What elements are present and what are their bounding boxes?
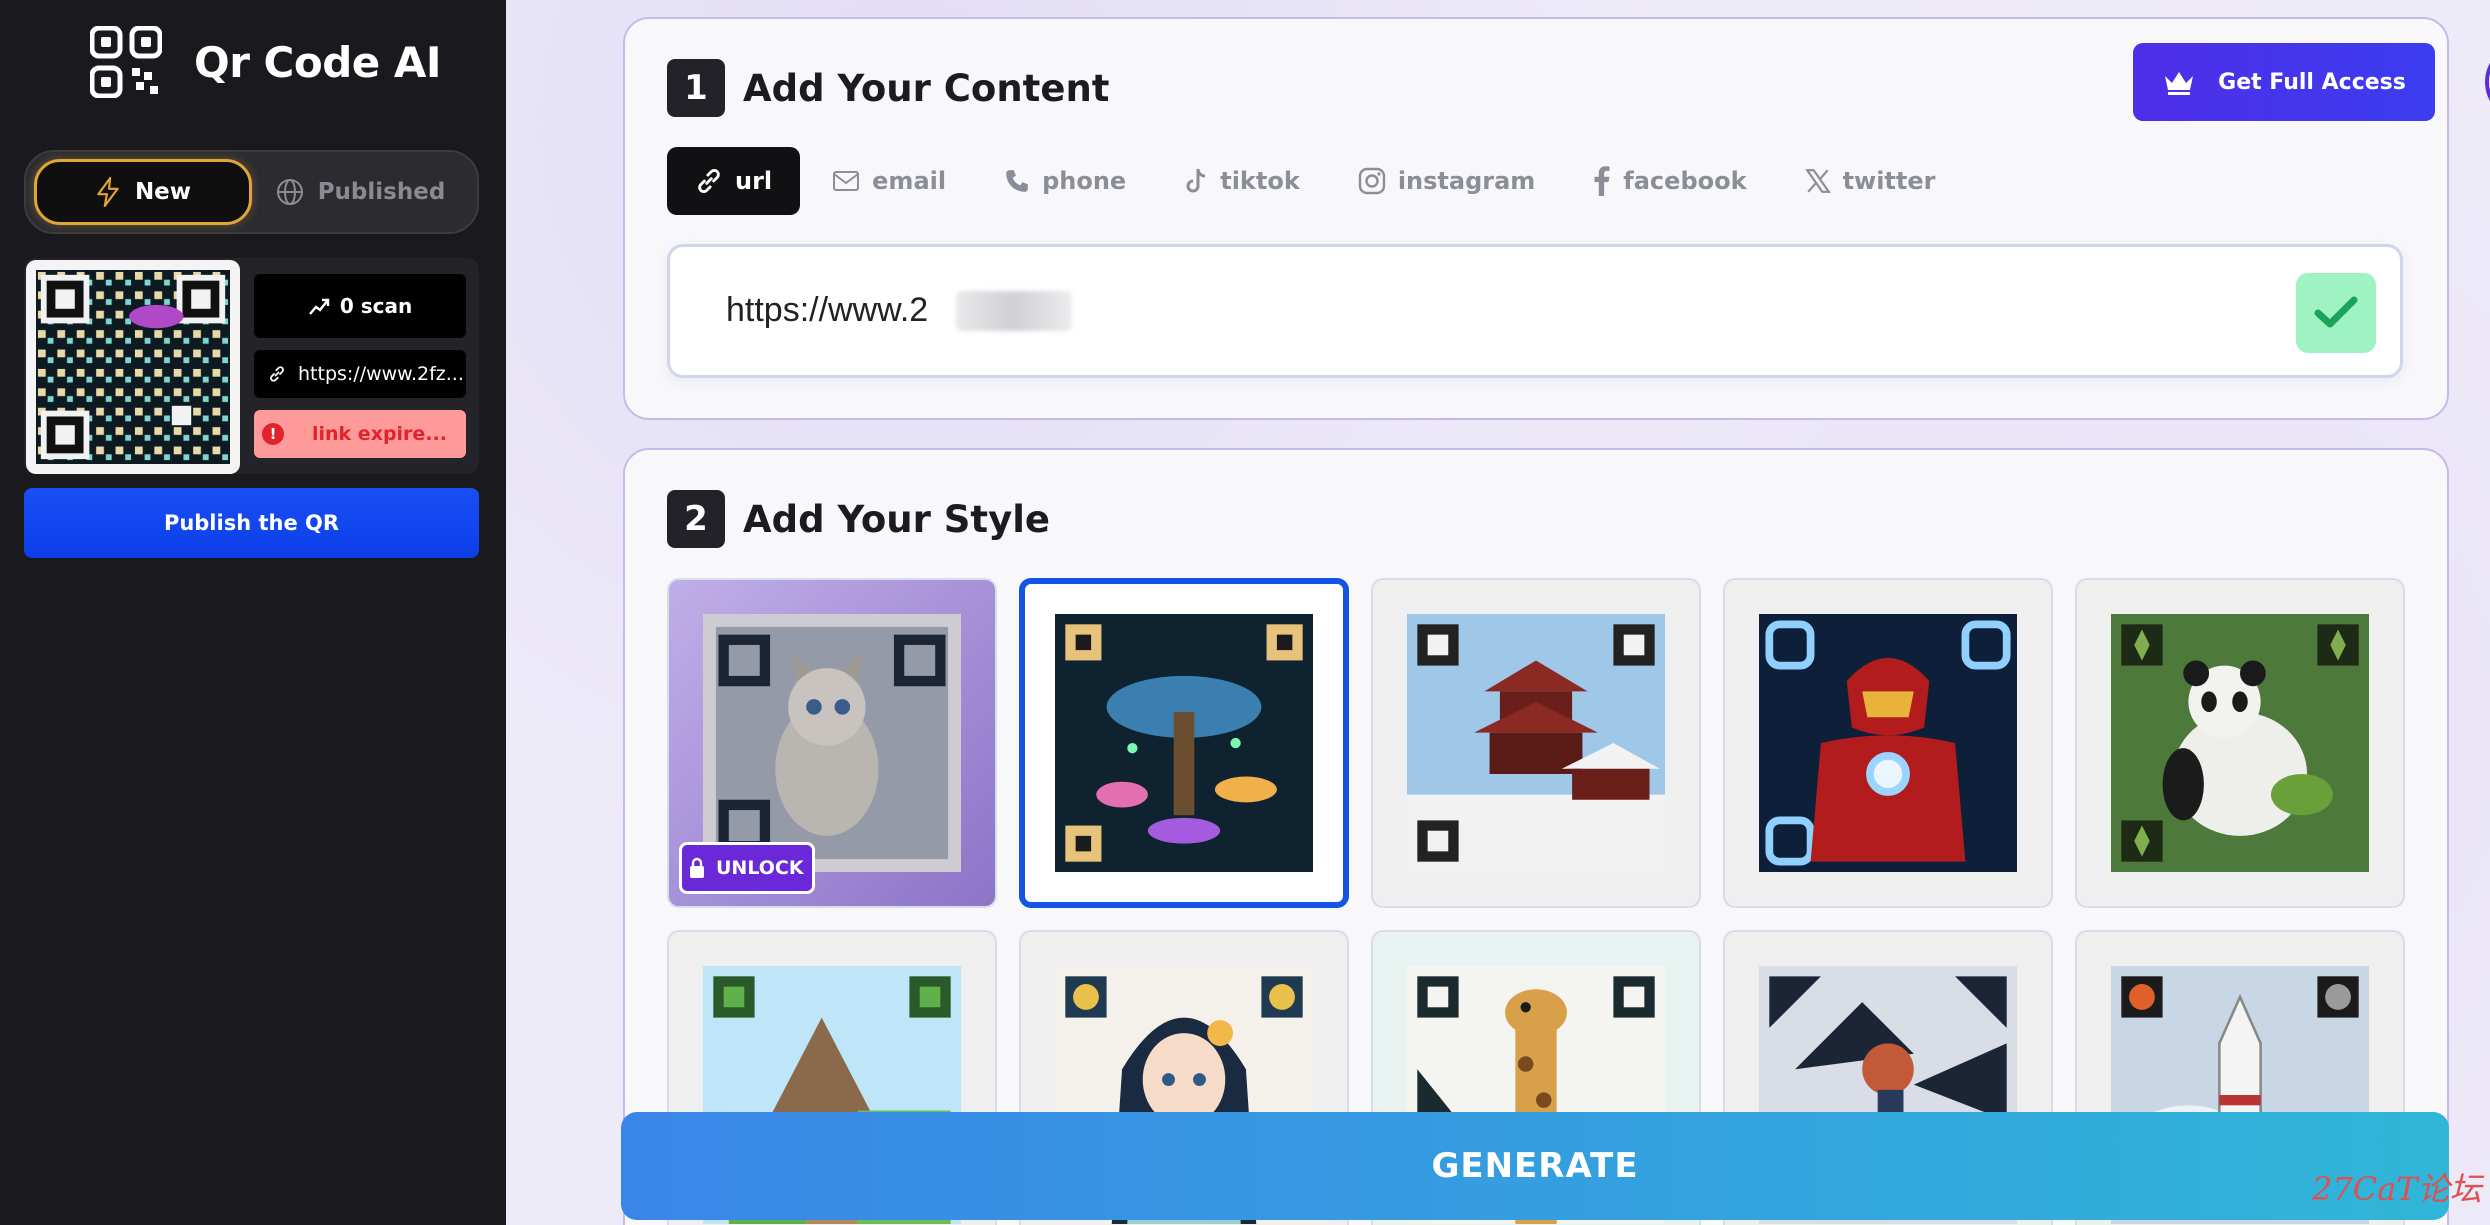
add-content-panel: 1 Add Your Content url email phone tikto… bbox=[623, 17, 2490, 420]
style-art-panda bbox=[2111, 614, 2369, 872]
crown-icon bbox=[2165, 72, 2194, 95]
publish-qr-button[interactable]: Publish the QR bbox=[24, 488, 479, 558]
tab-tiktok-label: tiktok bbox=[1220, 167, 1300, 195]
tab-facebook-label: facebook bbox=[1623, 167, 1747, 195]
facebook-icon bbox=[1594, 166, 1610, 196]
get-full-access-label: Get Full Access bbox=[2218, 69, 2406, 95]
instagram-icon bbox=[1358, 167, 1386, 195]
link-expire-text: link expire... bbox=[312, 423, 447, 445]
qr-thumbnail[interactable] bbox=[26, 260, 240, 474]
mode-toggle: New Published bbox=[24, 150, 479, 234]
tab-twitter[interactable]: twitter bbox=[1779, 147, 1962, 215]
scan-count[interactable]: 0 scan bbox=[254, 274, 466, 338]
tab-tiktok[interactable]: tiktok bbox=[1158, 147, 1326, 215]
content-type-tabs: url email phone tiktok instagram faceboo… bbox=[667, 147, 1968, 215]
lock-icon bbox=[690, 857, 704, 878]
qr-link-text: https://www.2fz... bbox=[298, 363, 464, 385]
style-card-kitten[interactable]: UNLOCK bbox=[667, 578, 997, 908]
tab-url[interactable]: url bbox=[667, 147, 801, 215]
link-expire-badge: ! link expire... bbox=[254, 410, 466, 458]
qr-stats: 0 scan https://www.2fz... ! link expire.… bbox=[254, 274, 466, 458]
style-card-mushrooms[interactable] bbox=[1019, 578, 1349, 908]
tab-email-label: email bbox=[872, 167, 947, 195]
qr-link[interactable]: https://www.2fz... bbox=[254, 350, 466, 398]
tab-phone-label: phone bbox=[1042, 167, 1127, 195]
chart-up-icon bbox=[308, 298, 330, 315]
style-card-iron-man[interactable] bbox=[1723, 578, 2053, 908]
brand-name: Qr Code AI bbox=[194, 37, 442, 87]
warning-icon: ! bbox=[262, 423, 284, 445]
step-1-header: 1 Add Your Content bbox=[667, 59, 1110, 117]
step-number: 2 bbox=[667, 490, 725, 548]
brand[interactable]: Qr Code AI bbox=[90, 26, 442, 98]
scan-count-label: 0 scan bbox=[339, 294, 413, 318]
confirm-url-button[interactable] bbox=[2296, 273, 2376, 353]
tab-email[interactable]: email bbox=[806, 147, 972, 215]
url-input[interactable]: https://www.2 bbox=[667, 244, 2403, 378]
tab-published[interactable]: Published bbox=[252, 159, 469, 225]
generate-button[interactable]: GENERATE bbox=[621, 1112, 2449, 1220]
get-full-access-button[interactable]: Get Full Access bbox=[2133, 43, 2435, 121]
style-card-snowy-temple[interactable] bbox=[1371, 578, 1701, 908]
tab-instagram-label: instagram bbox=[1397, 167, 1536, 195]
tab-facebook[interactable]: facebook bbox=[1567, 147, 1772, 215]
style-art-mushrooms bbox=[1055, 614, 1313, 872]
unlock-badge[interactable]: UNLOCK bbox=[679, 842, 815, 894]
lightning-icon bbox=[97, 177, 119, 207]
style-art-kitten bbox=[703, 614, 961, 872]
tab-instagram[interactable]: instagram bbox=[1332, 147, 1561, 215]
tab-new-label: New bbox=[134, 179, 192, 205]
tab-url-label: url bbox=[735, 167, 773, 195]
link-icon bbox=[270, 366, 284, 382]
redacted-url-blur bbox=[956, 291, 1072, 331]
step-title: Add Your Content bbox=[743, 66, 1110, 110]
style-card-panda[interactable] bbox=[2075, 578, 2405, 908]
step-2-header: 2 Add Your Style bbox=[667, 490, 1050, 548]
style-art-iron-man bbox=[1759, 614, 2017, 872]
step-title: Add Your Style bbox=[743, 497, 1051, 541]
check-icon bbox=[2314, 296, 2358, 328]
tab-published-label: Published bbox=[317, 179, 446, 205]
qr-history-card[interactable]: 0 scan https://www.2fz... ! link expire.… bbox=[24, 258, 479, 474]
add-style-panel: 2 Add Your Style UNLOCK bbox=[623, 448, 2449, 1225]
credits-counter[interactable]: 3 bbox=[2485, 43, 2490, 121]
phone-icon bbox=[1006, 170, 1028, 192]
url-input-value: https://www.2 bbox=[726, 291, 929, 329]
tab-new[interactable]: New bbox=[34, 159, 252, 225]
x-twitter-icon bbox=[1804, 169, 1831, 193]
mail-icon bbox=[833, 171, 860, 191]
tab-twitter-label: twitter bbox=[1842, 167, 1936, 195]
link-icon bbox=[698, 169, 720, 193]
qr-preview-image bbox=[36, 270, 230, 464]
sidebar: Qr Code AI New Published 0 scan https://… bbox=[0, 0, 506, 1225]
qr-logo-icon bbox=[90, 26, 162, 98]
style-art-snowy-temple bbox=[1407, 614, 1665, 872]
unlock-label: UNLOCK bbox=[716, 857, 804, 879]
watermark-text: 27CaT论坛 bbox=[2312, 1170, 2482, 1208]
tiktok-icon bbox=[1186, 168, 1206, 193]
globe-icon bbox=[276, 179, 303, 205]
step-number: 1 bbox=[667, 59, 725, 117]
tab-phone[interactable]: phone bbox=[978, 147, 1152, 215]
main-content: 1 Add Your Content url email phone tikto… bbox=[506, 0, 2490, 1225]
